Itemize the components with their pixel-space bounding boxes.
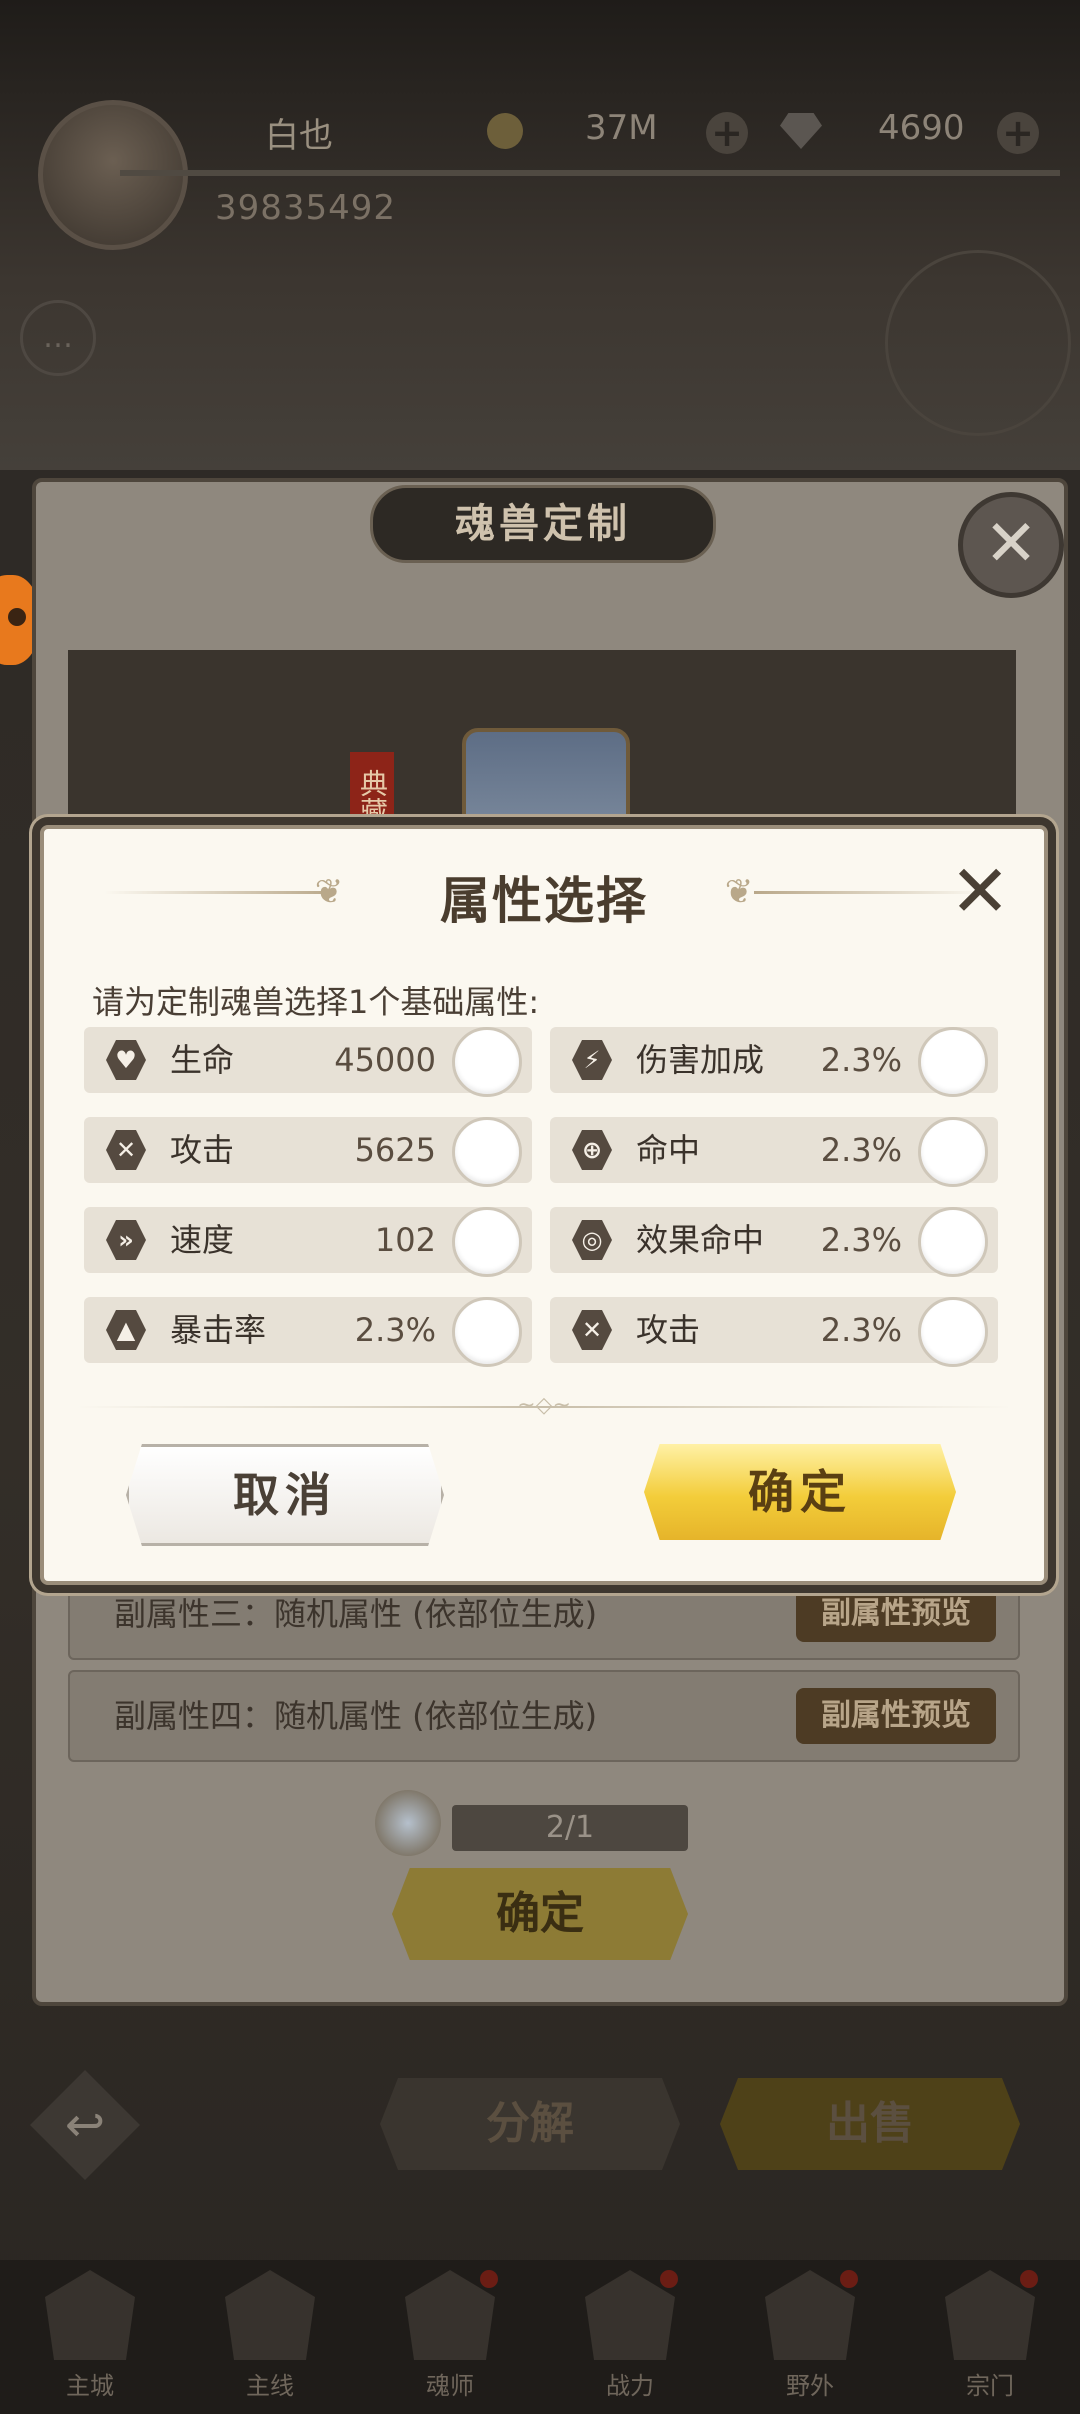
attribute-label: 暴击率 bbox=[170, 1311, 267, 1349]
attribute-label: 伤害加成 bbox=[636, 1041, 765, 1079]
attribute-value: 2.3% bbox=[820, 1131, 902, 1169]
attribute-value: 2.3% bbox=[820, 1221, 902, 1259]
attribute-option-speed[interactable]: » 速度 102 bbox=[84, 1207, 532, 1277]
crosshair-icon: ⊕ bbox=[572, 1130, 612, 1170]
attribute-value: 2.3% bbox=[354, 1311, 436, 1349]
attribute-value: 5625 bbox=[354, 1131, 436, 1169]
cancel-button[interactable]: 取消 bbox=[126, 1444, 444, 1546]
crossed-swords-icon: ✕ bbox=[572, 1310, 612, 1350]
speed-icon: » bbox=[106, 1220, 146, 1260]
attribute-radio[interactable] bbox=[918, 1117, 988, 1187]
attribute-option-damage-boost[interactable]: ⚡ 伤害加成 2.3% bbox=[550, 1027, 998, 1097]
attribute-label: 速度 bbox=[170, 1221, 235, 1259]
attribute-label: 生命 bbox=[170, 1041, 235, 1079]
attribute-radio[interactable] bbox=[452, 1207, 522, 1277]
attribute-value: 2.3% bbox=[820, 1041, 902, 1079]
dialog-title: 属性选择 bbox=[440, 871, 648, 930]
crossed-swords-icon: ✕ bbox=[106, 1130, 146, 1170]
attribute-radio[interactable] bbox=[452, 1027, 522, 1097]
attribute-radio[interactable] bbox=[452, 1117, 522, 1187]
attribute-label: 攻击 bbox=[636, 1311, 701, 1349]
attribute-option-attack-percent[interactable]: ✕ 攻击 2.3% bbox=[550, 1297, 998, 1367]
attribute-value: 2.3% bbox=[820, 1311, 902, 1349]
attribute-option-crit-rate[interactable]: ▲ 暴击率 2.3% bbox=[84, 1297, 532, 1367]
attribute-option-hit[interactable]: ⊕ 命中 2.3% bbox=[550, 1117, 998, 1187]
attribute-label: 命中 bbox=[636, 1131, 701, 1169]
attribute-value: 45000 bbox=[334, 1041, 436, 1079]
dialog-instruction: 请为定制魂兽选择1个基础属性: bbox=[92, 983, 540, 1021]
confirm-button[interactable]: 确定 bbox=[644, 1444, 956, 1540]
damage-boost-icon: ⚡ bbox=[572, 1040, 612, 1080]
attribute-label: 攻击 bbox=[170, 1131, 235, 1169]
attribute-option-hp[interactable]: ♥ 生命 45000 bbox=[84, 1027, 532, 1097]
attribute-radio[interactable] bbox=[918, 1027, 988, 1097]
spiral-icon: ◎ bbox=[572, 1220, 612, 1260]
attribute-radio[interactable] bbox=[918, 1297, 988, 1367]
divider-ornament: ~◇~ bbox=[517, 1393, 571, 1418]
attribute-option-attack[interactable]: ✕ 攻击 5625 bbox=[84, 1117, 532, 1187]
attribute-value: 102 bbox=[374, 1221, 436, 1259]
crit-flame-icon: ▲ bbox=[106, 1310, 146, 1350]
heart-icon: ♥ bbox=[106, 1040, 146, 1080]
attribute-option-effect-hit[interactable]: ◎ 效果命中 2.3% bbox=[550, 1207, 998, 1277]
close-icon[interactable]: ✕ bbox=[948, 855, 1012, 927]
attribute-radio[interactable] bbox=[918, 1207, 988, 1277]
attribute-label: 效果命中 bbox=[636, 1221, 765, 1259]
attribute-select-dialog: ❦ 属性选择 ❦ ✕ 请为定制魂兽选择1个基础属性: ♥ 生命 45000 ⚡ … bbox=[40, 825, 1048, 1585]
attribute-radio[interactable] bbox=[452, 1297, 522, 1367]
